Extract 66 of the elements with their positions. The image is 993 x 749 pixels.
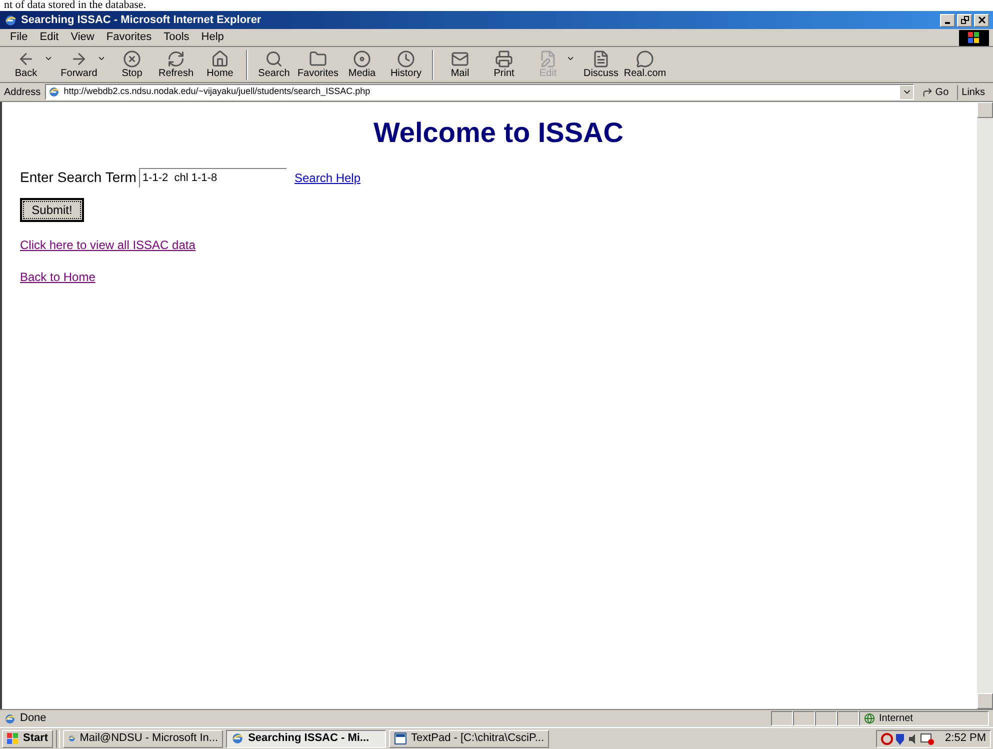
toolbar-button[interactable]: Mail [438, 50, 482, 80]
links-button[interactable]: Links [956, 84, 989, 100]
toolbar-button[interactable]: History [384, 50, 428, 80]
address-field[interactable]: http://webdb2.cs.ndsu.nodak.edu/~vijayaku/juell/students/search_ISSAC.php [44, 84, 914, 100]
taskbar-button[interactable]: Searching ISSAC - Mi... [226, 730, 386, 748]
search-icon [265, 50, 283, 68]
folder-icon [309, 50, 327, 68]
house-icon [211, 50, 229, 68]
windows-logo-icon [968, 32, 980, 43]
minimize-button[interactable] [940, 14, 955, 26]
browser-icon [231, 732, 244, 745]
menu-item[interactable]: Edit [34, 29, 65, 46]
toolbar-button[interactable]: Forward [57, 50, 101, 80]
restore-button[interactable] [957, 14, 972, 26]
menu-item[interactable]: Help [195, 29, 230, 46]
browser-icon [4, 14, 17, 26]
toolbar-button[interactable]: Search [252, 50, 296, 80]
toolbar-button[interactable]: Media [340, 50, 384, 80]
menu-item[interactable]: Tools [158, 29, 196, 46]
address-label: Address [4, 86, 41, 100]
menu-item[interactable]: File [4, 29, 34, 46]
edit-icon [539, 50, 557, 68]
refresh-icon [167, 50, 185, 68]
toolbar-button[interactable]: Stop [110, 50, 154, 80]
submit-button[interactable]: Submit! [20, 198, 84, 222]
restore-icon [960, 16, 968, 24]
toolbar-button[interactable]: Home [198, 50, 242, 80]
document-text: nt of data stored in the database. [3, 0, 148, 11]
start-button[interactable]: Start [2, 730, 54, 748]
vertical-scrollbar[interactable] [977, 102, 993, 709]
close-icon [978, 16, 986, 24]
clock-icon [397, 50, 415, 68]
browser-icon [48, 86, 60, 98]
go-button[interactable]: Go [918, 84, 953, 100]
search-field[interactable]: 1-1-2 chl 1-1-8 [139, 168, 288, 188]
toolbar-button[interactable]: Discuss [579, 50, 623, 80]
toolbar-button[interactable]: Back [4, 50, 48, 80]
toolbar-button[interactable]: Refresh [154, 50, 198, 80]
speech-bubble-icon [636, 50, 654, 68]
toolbar-button[interactable]: Print [482, 50, 526, 80]
help-link[interactable]: Search Help [294, 168, 361, 186]
window-title: Searching ISSAC - Microsoft Internet Explorer [21, 12, 262, 28]
close-button[interactable] [974, 14, 989, 26]
globe-icon [864, 713, 875, 724]
toolbar-button[interactable]: Real.com [623, 50, 667, 80]
taskbar-button[interactable]: Mail@NDSU - Microsoft In... [63, 730, 224, 748]
mail-icon [451, 50, 469, 68]
go-arrow-icon [922, 86, 934, 98]
page-link[interactable]: Click here to view all ISSAC data [20, 236, 196, 254]
windows-logo-icon [7, 733, 19, 744]
status-text: Done [20, 711, 46, 726]
printer-icon [495, 50, 513, 68]
menu-item[interactable]: Favorites [100, 29, 158, 46]
browser-icon [4, 712, 16, 724]
disc-icon [353, 50, 371, 68]
toolbar-button[interactable]: Favorites [296, 50, 340, 80]
page-heading: Welcome to ISSAC [372, 117, 624, 149]
taskbar-button[interactable]: TextPad - [C:\chitra\CsciP... [389, 730, 550, 748]
menu-item[interactable]: View [64, 29, 100, 46]
clock: 2:52 PM [945, 731, 986, 746]
search-label: Enter Search Term [20, 168, 136, 187]
page-link[interactable]: Back to Home [20, 268, 96, 286]
stop-icon [123, 50, 141, 68]
zone-text: Internet [879, 712, 913, 726]
document-icon [592, 50, 610, 68]
editor-icon [394, 732, 407, 745]
